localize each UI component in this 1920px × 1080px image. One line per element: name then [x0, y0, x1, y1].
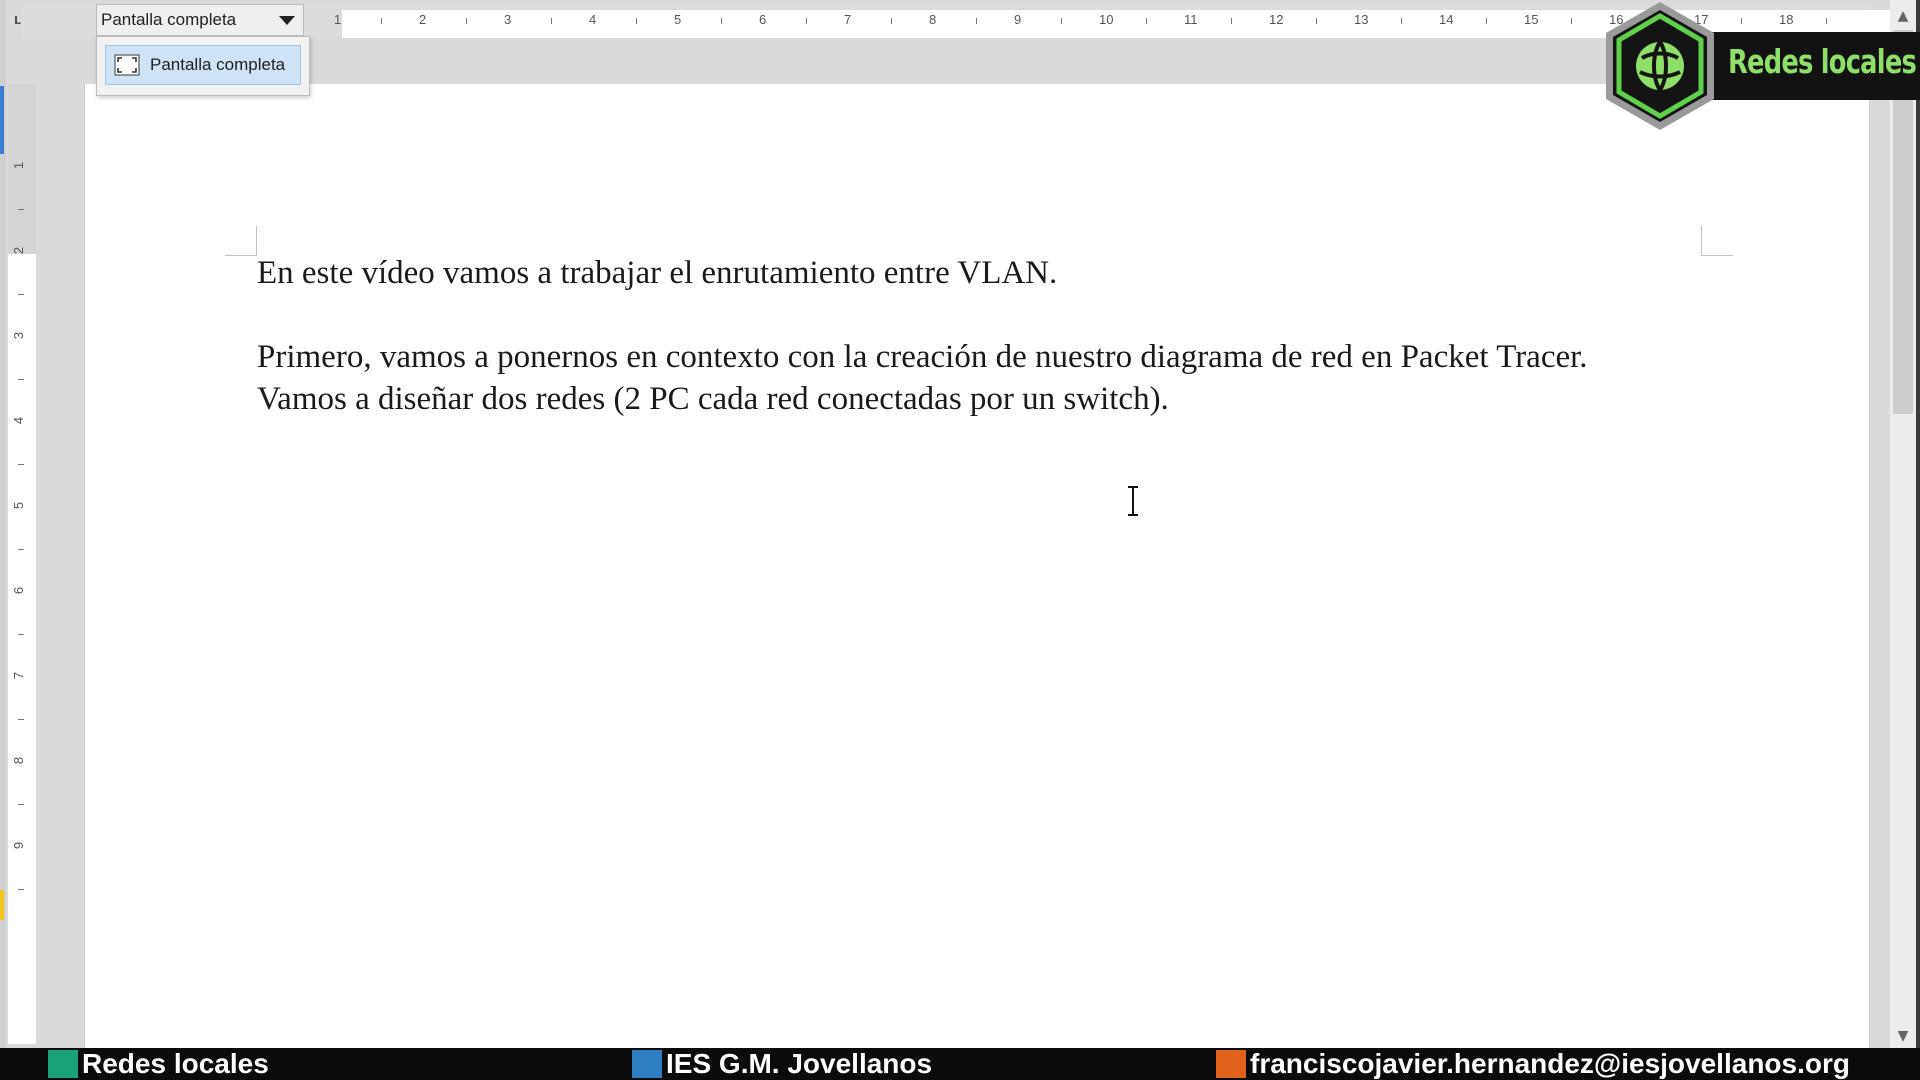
ruler-number: 1: [11, 161, 27, 170]
zoom-select[interactable]: Pantalla completa: [96, 4, 304, 36]
ruler-number: 9: [11, 841, 27, 850]
ruler-number: 3: [11, 331, 27, 340]
ruler-tick: [975, 18, 977, 24]
ruler-number: 7: [844, 12, 852, 27]
ruler-tick: [1145, 18, 1147, 24]
zoom-option-full-screen[interactable]: Pantalla completa: [105, 45, 301, 85]
tab-stop-selector-icon[interactable]: L: [14, 14, 28, 28]
paragraph-2[interactable]: Primero, vamos a ponernos en contexto co…: [257, 336, 1637, 420]
paragraph-1[interactable]: En este vídeo vamos a trabajar el enruta…: [257, 252, 1637, 294]
footer-item-school: IES G.M. Jovellanos: [632, 1048, 932, 1080]
ruler-tick: [890, 18, 892, 24]
ruler-tick: [18, 463, 24, 465]
ruler-number: 8: [929, 12, 937, 27]
ruler-tick: [1485, 18, 1487, 24]
ruler-tick: [18, 803, 24, 805]
ruler-tick: [380, 18, 382, 24]
right-window-edge: [1916, 0, 1920, 1048]
ruler-tick: [1400, 18, 1402, 24]
ruler-number: 5: [674, 12, 682, 27]
ruler-number: 15: [1524, 12, 1539, 27]
ruler-tick: [720, 18, 722, 24]
footer-square-icon: [632, 1050, 662, 1078]
footer-square-icon: [48, 1050, 78, 1078]
vertical-scrollbar[interactable]: ▲ ▼: [1890, 0, 1916, 1048]
ruler-tick: [18, 718, 24, 720]
footer-label-school: IES G.M. Jovellanos: [666, 1048, 933, 1079]
ruler-number: 10: [1099, 12, 1114, 27]
ruler-number: 4: [589, 12, 597, 27]
ruler-tick: [18, 888, 24, 890]
footer-item-email: franciscojavier.hernandez@iesjovellanos.…: [1216, 1048, 1850, 1080]
ruler-tick: [18, 208, 24, 210]
ruler-number: 1: [334, 12, 342, 27]
ruler-number: 11: [1184, 12, 1198, 27]
ruler-number: 2: [419, 12, 427, 27]
ruler-tick: [18, 293, 24, 295]
zoom-option-label: Pantalla completa: [150, 55, 286, 74]
ruler-tick: [18, 378, 24, 380]
ruler-number: 7: [11, 671, 27, 680]
footer-item-course: Redes locales: [48, 1048, 269, 1080]
document-body[interactable]: En este vídeo vamos a trabajar el enruta…: [257, 252, 1637, 420]
text-boundary-top-right-icon: [1701, 226, 1733, 256]
footer-square-icon: [1216, 1050, 1246, 1078]
scroll-down-icon[interactable]: ▼: [1895, 1028, 1911, 1044]
ruler-tick: [805, 18, 807, 24]
ruler-tick: [635, 18, 637, 24]
text-cursor-icon: [1128, 486, 1138, 516]
text-boundary-top-left-icon: [225, 226, 257, 256]
footer-bar: Redes locales IES G.M. Jovellanos franci…: [0, 1048, 1920, 1080]
ruler-tick: [550, 18, 552, 24]
ruler-tick: [18, 633, 24, 635]
left-edge-marker-yellow: [0, 890, 4, 920]
ruler-number: 3: [504, 12, 512, 27]
ruler-tick: [1315, 18, 1317, 24]
ruler-number: 14: [1439, 12, 1454, 27]
left-edge-marker-blue: [0, 86, 4, 154]
channel-logo: Redes locales: [1600, 0, 1920, 132]
ruler-tick: [1570, 18, 1572, 24]
ruler-number: 4: [11, 416, 27, 425]
ruler-tick: [465, 18, 467, 24]
network-globe-icon: [1606, 2, 1714, 130]
footer-label-email: franciscojavier.hernandez@iesjovellanos.…: [1250, 1048, 1850, 1079]
logo-text: Redes locales: [1728, 42, 1917, 81]
ruler-number: 8: [11, 756, 27, 765]
ruler-number: 6: [759, 12, 767, 27]
zoom-select-value: Pantalla completa: [101, 10, 237, 29]
ruler-tick: [1230, 18, 1232, 24]
ruler-number: 13: [1354, 12, 1369, 27]
ruler-number: 2: [11, 246, 27, 255]
footer-label-course: Redes locales: [82, 1048, 269, 1079]
ruler-tick: [1060, 18, 1062, 24]
ruler-number: 12: [1269, 12, 1284, 27]
document-page[interactable]: [84, 84, 1870, 1048]
ruler-tick: [18, 548, 24, 550]
ruler-number: 9: [1014, 12, 1022, 27]
fullscreen-icon: [114, 54, 140, 76]
chevron-down-icon[interactable]: [279, 16, 295, 25]
ruler-number: 6: [11, 586, 27, 595]
zoom-dropdown-menu: Pantalla completa: [96, 36, 310, 96]
ruler-number: 5: [11, 501, 27, 510]
